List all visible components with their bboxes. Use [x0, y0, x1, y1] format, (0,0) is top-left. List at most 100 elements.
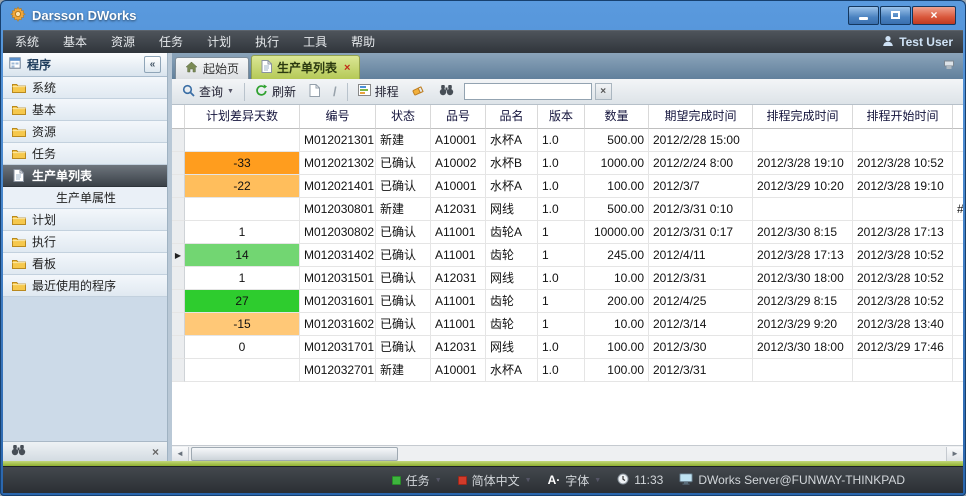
sidebar-collapse-button[interactable]: « [144, 56, 161, 73]
table-row-6[interactable]: ▶14M012031402已确认A11001齿轮1245.002012/4/11… [172, 244, 963, 267]
window-controls: × [848, 6, 956, 25]
menu-item-4[interactable]: 任务 [147, 31, 195, 53]
table-row-8[interactable]: 27M012031601已确认A11001齿轮1200.002012/4/252… [172, 290, 963, 313]
cell-order-no: M012031602 [300, 313, 376, 336]
table-row-4[interactable]: M012030801新建A12031网线1.0500.002012/3/31 0… [172, 198, 963, 221]
cell-qty: 500.00 [585, 198, 649, 221]
tab-label: 生产单列表 [277, 59, 337, 76]
sidebar-item-1[interactable]: 系统 [3, 77, 167, 99]
sidebar-item-3[interactable]: 资源 [3, 121, 167, 143]
table-row-9[interactable]: -15M012031602已确认A11001齿轮110.002012/3/142… [172, 313, 963, 336]
cell-status: 已确认 [376, 152, 431, 175]
sidebar-item-6[interactable]: 生产单属性 [3, 187, 167, 209]
column-header-3[interactable]: 状态 [376, 105, 431, 129]
menu-item-6[interactable]: 执行 [243, 31, 291, 53]
scroll-right-arrow[interactable]: ► [946, 447, 963, 461]
table-row-2[interactable]: -33M012021302已确认A10002水杯B1.01000.002012/… [172, 152, 963, 175]
new-button[interactable] [304, 82, 325, 102]
find-button[interactable] [434, 82, 459, 101]
language-label: 简体中文 [472, 472, 520, 489]
sidebar-item-4[interactable]: 任务 [3, 143, 167, 165]
column-header-11[interactable] [953, 105, 963, 129]
eraser-icon [412, 84, 426, 99]
cell-diff: 0 [185, 336, 300, 359]
table-row-11[interactable]: M012032701新建A10001水杯A1.0100.002012/3/31 [172, 359, 963, 382]
eraser-button[interactable] [407, 82, 431, 101]
gantt-icon [358, 84, 371, 99]
column-header-4[interactable]: 品号 [431, 105, 486, 129]
cell-extra [953, 336, 963, 359]
minimize-icon [859, 17, 868, 20]
tab-production-order-list[interactable]: 生产单列表 × [251, 55, 360, 79]
sidebar-item-7[interactable]: 计划 [3, 209, 167, 231]
status-font-menu[interactable]: A· 字体 ▼ [548, 472, 602, 489]
menu-item-7[interactable]: 工具 [291, 31, 339, 53]
cell-diff [185, 359, 300, 382]
sidebar-item-label: 资源 [32, 123, 56, 140]
status-task-menu[interactable]: 任务 ▼ [392, 472, 442, 489]
table-row-7[interactable]: 1M012031501已确认A12031网线1.010.002012/3/312… [172, 267, 963, 290]
cell-sched-end [753, 359, 853, 382]
user-menu[interactable]: Test User [882, 35, 963, 50]
binoculars-icon[interactable] [11, 444, 26, 459]
cell-sched-end [753, 129, 853, 152]
column-header-9[interactable]: 排程完成时间 [753, 105, 853, 129]
sidebar-item-9[interactable]: 看板 [3, 253, 167, 275]
scroll-left-arrow[interactable]: ◄ [172, 447, 189, 461]
pin-icon[interactable] [943, 59, 955, 74]
table-row-3[interactable]: -22M012021401已确认A10001水杯A1.0100.002012/3… [172, 175, 963, 198]
cell-sched-start: 2012/3/29 17:46 [853, 336, 953, 359]
status-language-menu[interactable]: 简体中文 ▼ [458, 472, 532, 489]
close-button[interactable]: × [912, 6, 956, 25]
table-row-10[interactable]: 0M012031701已确认A12031网线1.0100.002012/3/30… [172, 336, 963, 359]
schedule-label: 排程 [375, 83, 399, 100]
row-selector [172, 198, 185, 221]
clear-search-button[interactable]: × [595, 83, 612, 100]
sidebar-item-5[interactable]: 生产单列表 [3, 165, 167, 187]
sidebar-item-10[interactable]: 最近使用的程序 [3, 275, 167, 297]
query-label: 查询 [199, 83, 223, 100]
cell-due: 2012/4/11 [649, 244, 753, 267]
column-header-6[interactable]: 版本 [538, 105, 585, 129]
menu-item-1[interactable]: 系统 [3, 31, 51, 53]
cell-due: 2012/3/7 [649, 175, 753, 198]
edit-button[interactable]: / [328, 82, 342, 101]
query-button[interactable]: 查询 ▼ [177, 81, 239, 102]
cell-due: 2012/3/31 [649, 267, 753, 290]
menu-item-5[interactable]: 计划 [195, 31, 243, 53]
menu-item-2[interactable]: 基本 [51, 31, 99, 53]
cell-item-name: 齿轮 [486, 244, 538, 267]
cell-sched-end: 2012/3/29 10:20 [753, 175, 853, 198]
search-input[interactable] [464, 83, 592, 100]
minimize-button[interactable] [848, 6, 879, 25]
status-server: DWorks Server@FUNWAY-THINKPAD [679, 473, 905, 488]
sidebar-item-8[interactable]: 执行 [3, 231, 167, 253]
chevron-down-icon: ▼ [525, 477, 532, 484]
sidebar-item-label: 基本 [32, 101, 56, 118]
menu-item-3[interactable]: 资源 [99, 31, 147, 53]
sidebar-search-bar: × [3, 441, 167, 461]
column-header-2[interactable]: 编号 [300, 105, 376, 129]
column-header-1[interactable]: 计划差异天数 [185, 105, 300, 129]
horizontal-scrollbar[interactable]: ◄ ► [172, 445, 963, 461]
sidebar-clear-icon[interactable]: × [152, 445, 159, 459]
column-header-5[interactable]: 品名 [486, 105, 538, 129]
cell-version: 1.0 [538, 336, 585, 359]
column-header-10[interactable]: 排程开始时间 [853, 105, 953, 129]
maximize-button[interactable] [880, 6, 911, 25]
cell-qty: 1000.00 [585, 152, 649, 175]
table-row-5[interactable]: 1M012030802已确认A11001齿轮A110000.002012/3/3… [172, 221, 963, 244]
cell-item-name: 网线 [486, 336, 538, 359]
column-header-8[interactable]: 期望完成时间 [649, 105, 753, 129]
schedule-button[interactable]: 排程 [353, 81, 404, 102]
column-header-7[interactable]: 数量 [585, 105, 649, 129]
tab-home[interactable]: 起始页 [175, 57, 249, 79]
refresh-button[interactable]: 刷新 [250, 81, 301, 102]
sidebar-item-2[interactable]: 基本 [3, 99, 167, 121]
sidebar-header: 程序 « [3, 53, 167, 77]
table-row-1[interactable]: M012021301新建A10001水杯A1.0500.002012/2/28 … [172, 129, 963, 152]
menu-item-8[interactable]: 帮助 [339, 31, 387, 53]
scrollbar-thumb[interactable] [191, 447, 398, 461]
cell-diff: -33 [185, 152, 300, 175]
tab-close-icon[interactable]: × [344, 62, 350, 74]
